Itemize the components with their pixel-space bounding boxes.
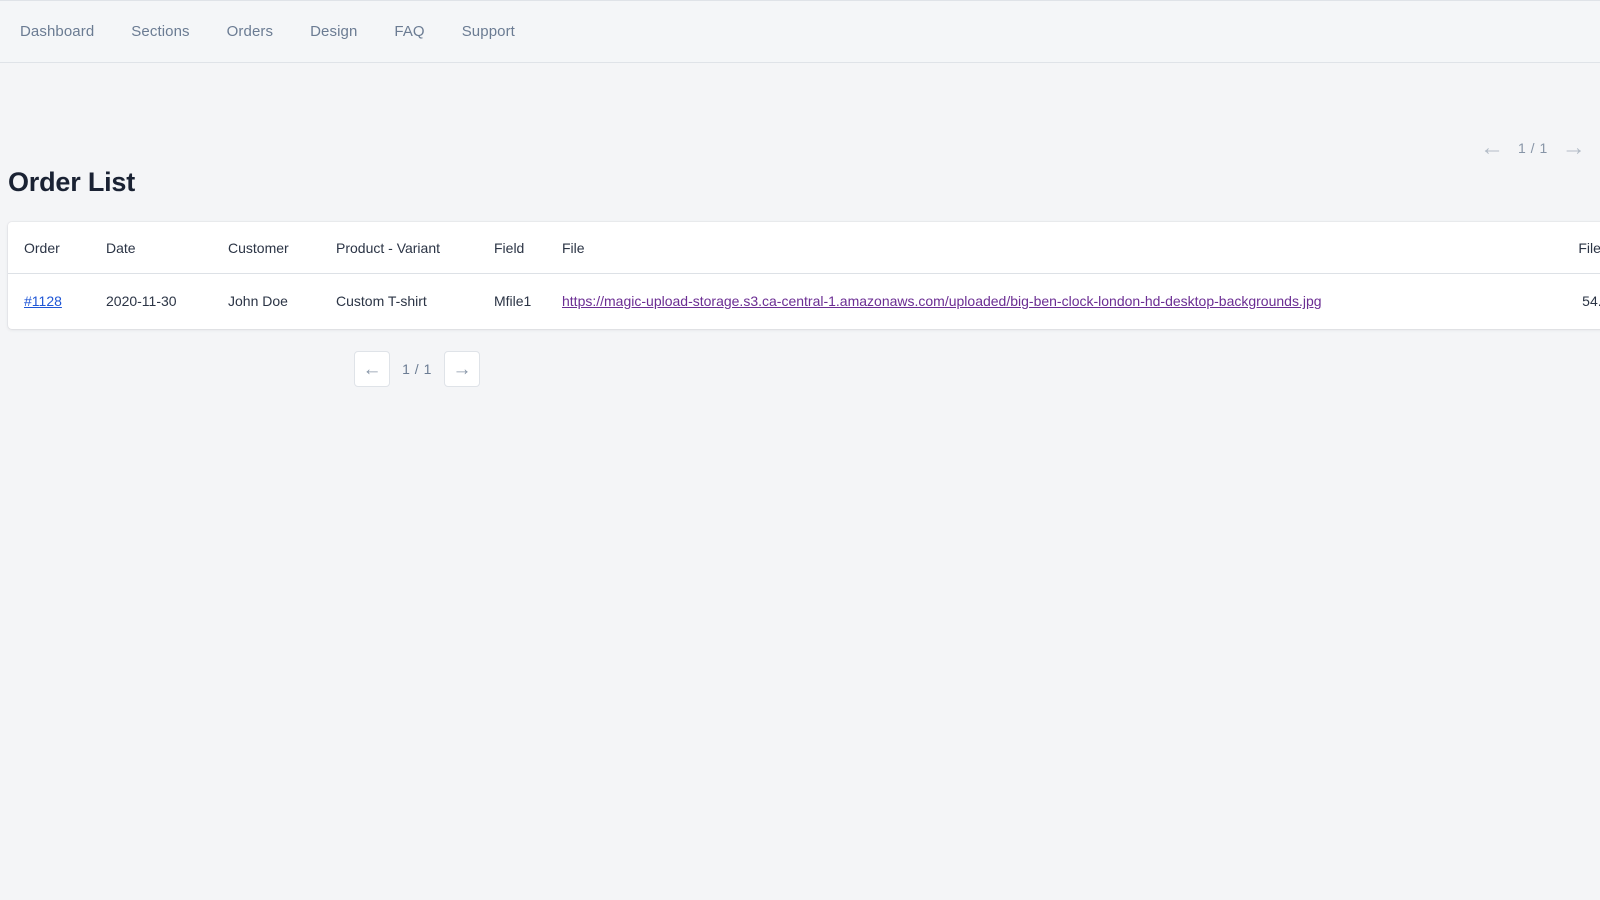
next-page-button[interactable]: →	[444, 351, 480, 387]
nav-item-support[interactable]: Support	[450, 17, 527, 46]
cell-order: #1128	[8, 274, 106, 330]
cell-product: Custom T-shirt	[336, 293, 427, 309]
column-header-date: Date	[106, 222, 228, 274]
nav-item-orders[interactable]: Orders	[215, 17, 285, 46]
top-pagination: ← 1 / 1 →	[1480, 136, 1586, 160]
column-header-file-size: File Size	[1512, 222, 1600, 274]
order-number-link[interactable]: #1128	[24, 293, 62, 309]
arrow-left-icon[interactable]: ←	[1480, 136, 1504, 160]
nav-item-design[interactable]: Design	[298, 17, 369, 46]
arrow-left-icon: ←	[362, 358, 382, 380]
cell-file-size: 54.5 KB	[1582, 293, 1600, 309]
nav-item-faq[interactable]: FAQ	[382, 17, 436, 46]
cell-field: Mfile1	[494, 293, 532, 309]
arrow-right-icon[interactable]: →	[1562, 136, 1586, 160]
cell-customer: John Doe	[228, 293, 288, 309]
page-content: ← 1 / 1 → Order List Order Date Customer…	[0, 63, 1600, 387]
order-list-table-card: Order Date Customer Product - Variant Fi…	[8, 222, 1600, 329]
nav-item-sections[interactable]: Sections	[119, 17, 201, 46]
bottom-pagination-count: 1 / 1	[402, 361, 432, 377]
previous-page-button[interactable]: ←	[354, 351, 390, 387]
nav-item-dashboard[interactable]: Dashboard	[8, 17, 106, 46]
top-navigation-bar: Dashboard Sections Orders Design FAQ Sup…	[0, 0, 1600, 63]
column-header-product: Product - Variant	[336, 222, 494, 274]
bottom-pagination: ← 1 / 1 →	[8, 351, 1592, 387]
top-pagination-count: 1 / 1	[1518, 140, 1548, 156]
cell-file: https://magic-upload-storage.s3.ca-centr…	[562, 274, 1512, 330]
cell-date: 2020-11-30	[106, 293, 177, 309]
column-header-field: Field	[494, 222, 562, 274]
table-row: #1128 2020-11-30 John Doe Custom T-shirt…	[8, 274, 1600, 330]
column-header-file: File	[562, 222, 1512, 274]
table-body: #1128 2020-11-30 John Doe Custom T-shirt…	[8, 274, 1600, 330]
file-url-link[interactable]: https://magic-upload-storage.s3.ca-centr…	[562, 293, 1322, 309]
table-header: Order Date Customer Product - Variant Fi…	[8, 222, 1600, 274]
arrow-right-icon: →	[452, 358, 472, 380]
table-header-row: Order Date Customer Product - Variant Fi…	[8, 222, 1600, 274]
column-header-customer: Customer	[228, 222, 336, 274]
column-header-order: Order	[8, 222, 106, 274]
order-list-table: Order Date Customer Product - Variant Fi…	[8, 222, 1600, 329]
page-title: Order List	[8, 167, 136, 197]
